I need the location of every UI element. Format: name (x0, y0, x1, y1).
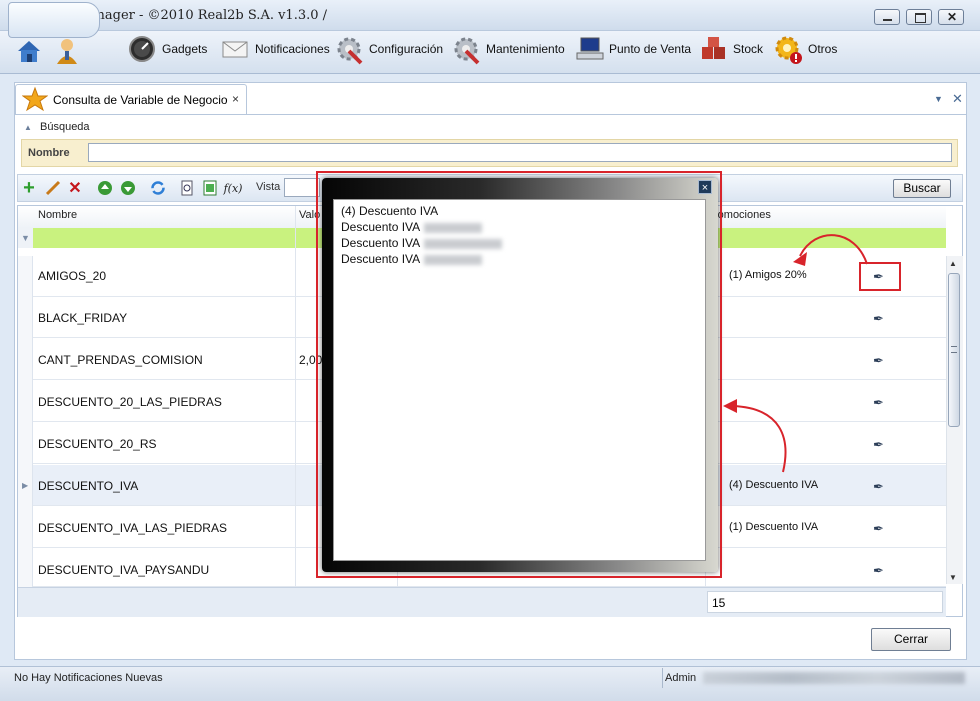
cell-nombre: AMIGOS_20 (38, 269, 107, 283)
tab-label: Consulta de Variable de Negocio (53, 93, 228, 107)
user-profile-icon[interactable] (52, 36, 82, 66)
edit-promociones-icon[interactable]: ✒ (873, 479, 887, 494)
add-icon[interactable]: + (20, 177, 38, 199)
scroll-grip-icon (951, 346, 957, 353)
menu-gadgets-label: Gadgets (162, 42, 208, 56)
vista-select[interactable] (284, 178, 320, 197)
cell-nombre: DESCUENTO_IVA (38, 479, 139, 493)
cell-promociones: (4) Descuento IVA (729, 479, 819, 491)
maximize-button[interactable] (906, 9, 932, 25)
menu-stock-label: Stock (733, 42, 764, 56)
edit-promociones-icon[interactable]: ✒ (873, 395, 887, 410)
computer-icon (575, 35, 604, 63)
buscar-button[interactable]: Buscar (893, 179, 951, 198)
formula-icon[interactable]: f(x) (224, 179, 243, 197)
menu-gadgets[interactable]: Gadgets (128, 35, 208, 63)
cell-nombre: DESCUENTO_IVA_PAYSANDU (38, 563, 210, 577)
home-icon[interactable] (16, 38, 42, 64)
edit-promociones-icon[interactable]: ✒ (873, 311, 887, 326)
search-section-header[interactable]: Búsqueda (40, 121, 90, 133)
record-count-box (707, 591, 943, 613)
cerrar-button[interactable]: Cerrar (871, 628, 951, 651)
edit-promociones-icon[interactable]: ✒ (873, 563, 887, 578)
menu-stock[interactable]: Stock (699, 37, 763, 61)
cell-nombre: DESCUENTO_20_RS (38, 437, 157, 451)
column-header-nombre[interactable]: Nombre (38, 209, 77, 221)
gear-wrench-icon (335, 35, 363, 65)
tab-divider (14, 114, 967, 115)
highlight-box-popup (316, 171, 722, 578)
tab-list-dropdown-icon[interactable]: ▼ (934, 94, 943, 104)
collapse-icon[interactable]: ▲ (24, 123, 32, 132)
status-notifications: No Hay Notificaciones Nuevas (14, 672, 163, 684)
star-icon (21, 86, 49, 112)
filter-row-indicator-icon: ▼ (18, 228, 33, 248)
annotation-arrow-bottom (732, 405, 787, 473)
minimize-button[interactable] (874, 9, 900, 25)
edit-promociones-icon[interactable]: ✒ (873, 437, 887, 452)
menu-mantenimiento-label: Mantenimiento (486, 42, 565, 56)
cell-nombre: CANT_PRENDAS_COMISION (38, 353, 203, 367)
delete-icon[interactable]: ✕ (66, 179, 84, 197)
annotation-arrow-top (799, 234, 868, 265)
record-count: 15 (712, 596, 726, 610)
current-row-indicator-icon: ▶ (22, 481, 29, 490)
row-header-column (18, 256, 33, 587)
scroll-up-icon[interactable]: ▲ (949, 259, 957, 268)
redacted-status-info (703, 672, 965, 684)
cell-nombre: DESCUENTO_IVA_LAS_PIEDRAS (38, 521, 227, 535)
move-up-icon[interactable] (96, 179, 114, 197)
tab-close-icon[interactable]: × (232, 92, 239, 106)
menu-otros[interactable]: Otros (774, 35, 838, 64)
export-excel-icon[interactable] (201, 179, 219, 197)
cell-promociones: (1) Descuento IVA (729, 521, 819, 533)
column-header-promociones[interactable]: romociones (714, 209, 771, 221)
menu-configuracion-label: Configuración (369, 42, 444, 56)
nombre-field-label: Nombre (28, 147, 70, 159)
gauge-icon (128, 35, 156, 63)
close-all-tabs-icon[interactable]: ✕ (952, 91, 963, 107)
status-user: Admin (665, 672, 697, 684)
vista-label: Vista (256, 181, 281, 193)
gear-warning-icon (774, 35, 802, 64)
column-divider (295, 206, 296, 587)
edit-promociones-icon[interactable]: ✒ (873, 353, 887, 368)
home-group (8, 2, 100, 38)
nombre-search-input[interactable] (88, 143, 952, 162)
cell-nombre: DESCUENTO_20_LAS_PIEDRAS (38, 395, 222, 409)
cell-nombre: BLACK_FRIDAY (38, 311, 128, 325)
scroll-down-icon[interactable]: ▼ (949, 573, 957, 582)
menu-configuracion[interactable]: Configuración (335, 35, 444, 65)
menu-notificaciones-label: Notificaciones (255, 42, 330, 56)
menu-otros-label: Otros (808, 42, 838, 56)
refresh-icon[interactable] (149, 179, 167, 197)
boxes-icon (699, 35, 727, 63)
edit-pencil-icon[interactable] (44, 179, 62, 197)
arrowhead (723, 399, 737, 413)
move-down-icon[interactable] (119, 179, 137, 197)
menu-punto-de-venta[interactable]: Punto de Venta (575, 37, 691, 61)
gear-wrench-icon (452, 35, 480, 65)
print-preview-icon[interactable] (178, 179, 196, 197)
envelope-icon (221, 35, 249, 63)
menu-mantenimiento[interactable]: Mantenimiento (452, 35, 565, 65)
menu-punto-de-venta-label: Punto de Venta (609, 42, 692, 56)
menu-notificaciones[interactable]: Notificaciones (221, 37, 330, 61)
annotation-arrows (723, 234, 868, 473)
status-separator (662, 668, 663, 688)
edit-promociones-icon[interactable]: ✒ (873, 521, 887, 536)
close-window-button[interactable]: ✕ (938, 9, 964, 25)
